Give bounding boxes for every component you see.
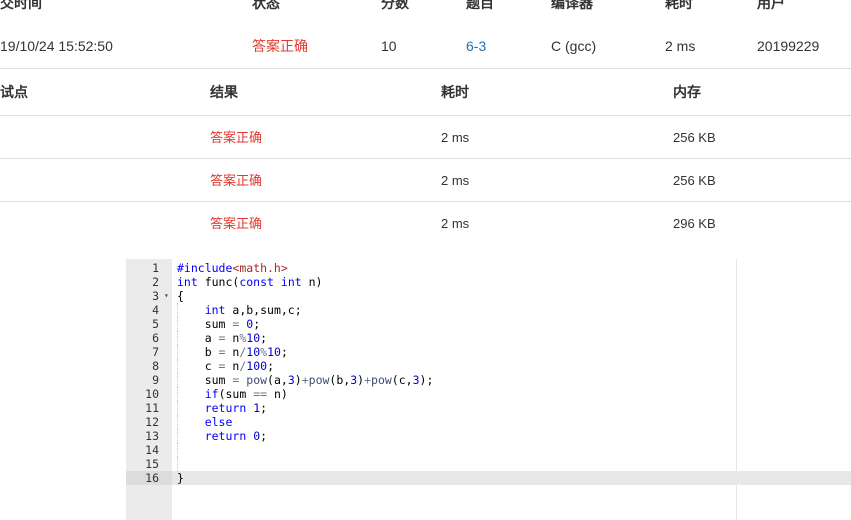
- status-badge: 答案正确: [252, 38, 308, 54]
- line-number: 13: [145, 429, 159, 443]
- code-line-text[interactable]: int a,b,sum,c;: [172, 303, 851, 317]
- time-value: 2 ms: [665, 38, 696, 54]
- code-line-text[interactable]: {: [172, 289, 851, 303]
- code-line[interactable]: 4 int a,b,sum,c;: [126, 303, 851, 317]
- case-result: 答案正确: [210, 130, 263, 145]
- line-number: 9: [152, 373, 159, 387]
- submission-table-header: 交时间 状态 分数 题目 编译器 耗时 用户: [0, 0, 851, 14]
- code-line-text[interactable]: else: [172, 415, 851, 429]
- test-case-row: 答案正确 2 ms 256 KB: [0, 159, 851, 202]
- test-cases-header: 试点 结果 耗时 内存: [0, 69, 851, 116]
- code-line[interactable]: 2 int func(const int n): [126, 275, 851, 289]
- line-number: 11: [145, 401, 159, 415]
- line-number: 7: [152, 345, 159, 359]
- compiler-value: C (gcc): [551, 38, 597, 54]
- line-number: 10: [145, 387, 159, 401]
- code-line[interactable]: 1 #include<math.h>: [126, 261, 851, 275]
- line-number: 15: [145, 457, 159, 471]
- header-submit-time: 交时间: [0, 0, 42, 11]
- fold-toggle-icon[interactable]: ▾: [164, 289, 172, 303]
- case-result: 答案正确: [210, 216, 263, 231]
- code-line[interactable]: 14: [126, 443, 851, 457]
- problem-link[interactable]: 6-3: [466, 24, 486, 69]
- header-score: 分数: [381, 0, 409, 11]
- code-line[interactable]: 11 return 1;: [126, 401, 851, 415]
- line-number: 16: [126, 471, 172, 485]
- header-user: 用户: [757, 0, 785, 11]
- test-case-row: 答案正确 2 ms 256 KB: [0, 116, 851, 159]
- line-number: 5: [152, 317, 159, 331]
- header-time: 耗时: [665, 0, 693, 11]
- code-editor[interactable]: 1 #include<math.h> 2 int func(const int n) 3…: [126, 259, 851, 520]
- header-case-time: 耗时: [441, 84, 469, 100]
- code-line[interactable]: 16}: [126, 471, 851, 485]
- code-line-text[interactable]: sum = 0;: [172, 317, 851, 331]
- code-line[interactable]: 5 sum = 0;: [126, 317, 851, 331]
- code-line[interactable]: 13 return 0;: [126, 429, 851, 443]
- code-line[interactable]: 12 else: [126, 415, 851, 429]
- code-line[interactable]: 8 c = n/100;: [126, 359, 851, 373]
- line-number: 14: [145, 443, 159, 457]
- line-number: 4: [152, 303, 159, 317]
- line-number: 2: [152, 275, 159, 289]
- code-line-text[interactable]: int func(const int n): [172, 275, 851, 289]
- user-value: 20199229: [757, 38, 820, 54]
- case-time: 2 ms: [441, 216, 470, 231]
- code-line-text[interactable]: b = n/10%10;: [172, 345, 851, 359]
- code-line-text[interactable]: [172, 457, 851, 471]
- submit-time-value: 19/10/24 15:52:50: [0, 38, 113, 54]
- score-value: 10: [381, 38, 397, 54]
- header-test-case: 试点: [0, 84, 28, 100]
- code-line-text[interactable]: return 1;: [172, 401, 851, 415]
- line-number: 12: [145, 415, 159, 429]
- code-line-text[interactable]: if(sum == n): [172, 387, 851, 401]
- code-line[interactable]: 6 a = n%10;: [126, 331, 851, 345]
- line-number: 6: [152, 331, 159, 345]
- case-time: 2 ms: [441, 130, 470, 145]
- code-line[interactable]: 3 ▾{: [126, 289, 851, 303]
- line-number: 8: [152, 359, 159, 373]
- code-line[interactable]: 9 sum = pow(a,3)+pow(b,3)+pow(c,3);: [126, 373, 851, 387]
- header-memory: 内存: [673, 84, 701, 100]
- case-memory: 256 KB: [673, 130, 716, 145]
- case-memory: 256 KB: [673, 173, 716, 188]
- line-number: 1: [152, 261, 159, 275]
- code-line-text[interactable]: c = n/100;: [172, 359, 851, 373]
- code-line-text[interactable]: [172, 443, 851, 457]
- case-result: 答案正确: [210, 173, 263, 188]
- code-line-text[interactable]: }: [172, 471, 851, 485]
- code-line-text[interactable]: sum = pow(a,3)+pow(b,3)+pow(c,3);: [172, 373, 851, 387]
- header-result: 结果: [210, 84, 238, 100]
- submission-row: 19/10/24 15:52:50 答案正确 10 6-3 C (gcc) 2 …: [0, 24, 851, 69]
- code-line[interactable]: 15: [126, 457, 851, 471]
- case-memory: 296 KB: [673, 216, 716, 231]
- header-problem: 题目: [466, 0, 494, 11]
- code-line[interactable]: 7 b = n/10%10;: [126, 345, 851, 359]
- code-line-text[interactable]: #include<math.h>: [172, 261, 851, 275]
- header-compiler: 编译器: [551, 0, 593, 11]
- header-status: 状态: [252, 0, 280, 11]
- code-line[interactable]: 10 if(sum == n): [126, 387, 851, 401]
- test-case-row: 答案正确 2 ms 296 KB: [0, 202, 851, 245]
- case-time: 2 ms: [441, 173, 470, 188]
- code-line-text[interactable]: a = n%10;: [172, 331, 851, 345]
- code-line-text[interactable]: return 0;: [172, 429, 851, 443]
